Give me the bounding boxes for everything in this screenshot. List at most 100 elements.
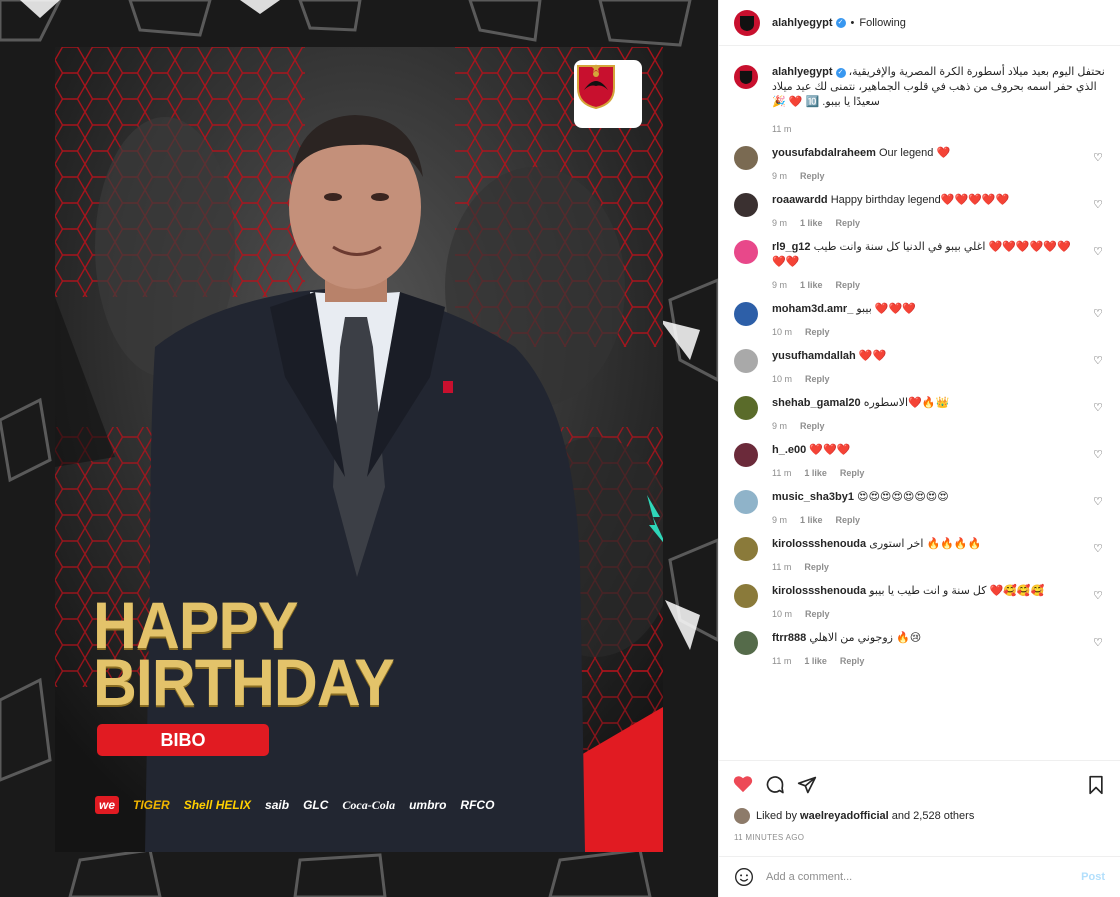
save-bookmark-icon[interactable]: [1087, 775, 1105, 795]
action-bar: [719, 760, 1120, 800]
verified-badge-icon: ✓: [835, 17, 846, 28]
comment-likes[interactable]: 1 like: [800, 218, 823, 228]
commenter-avatar[interactable]: [734, 584, 758, 608]
caption-time: 11 m: [772, 124, 792, 134]
liked-by-others[interactable]: and 2,528 others: [892, 810, 975, 822]
like-heart-icon[interactable]: [733, 775, 753, 793]
comment-time: 9 m: [772, 171, 788, 181]
comment-time: 11 m: [772, 562, 792, 572]
comment-time: 10 m: [772, 374, 793, 384]
commenter-avatar[interactable]: [734, 349, 758, 373]
commenter-avatar[interactable]: [734, 443, 758, 467]
comment-bubble-icon[interactable]: [765, 775, 785, 795]
comment-text: ❤️❤️❤️: [809, 444, 851, 456]
comment-username[interactable]: shehab_gamal20: [772, 397, 861, 409]
following-button[interactable]: Following: [859, 17, 905, 29]
caption-username[interactable]: alahlyegypt: [772, 66, 833, 78]
like-comment-heart-icon[interactable]: ♡: [1093, 449, 1105, 461]
caption-line-3: سعيدًا يا بيبو. 🔟 ❤️ 🎉: [772, 96, 880, 108]
liker-avatar[interactable]: [734, 808, 750, 824]
comment-likes[interactable]: 1 like: [804, 468, 827, 478]
comment-time: 9 m: [772, 421, 788, 431]
comment-row: shehab_gamal20 الاسطوره❤️🔥👑 9 m Reply ♡: [734, 396, 1105, 431]
reply-button[interactable]: Reply: [805, 609, 830, 619]
reply-button[interactable]: Reply: [805, 374, 830, 384]
verified-badge-icon: ✓: [835, 68, 846, 78]
sponsor-strip: we TIGER Shell HELIX saib GLC Coca-Cola …: [95, 789, 494, 821]
reply-button[interactable]: Reply: [800, 171, 825, 181]
author-username[interactable]: alahlyegypt: [772, 17, 833, 29]
comment-input[interactable]: Add a comment...: [766, 871, 1081, 883]
liked-by-prefix: Liked by: [756, 810, 797, 822]
commenter-avatar[interactable]: [734, 537, 758, 561]
sponsor-logo: GLC: [303, 798, 329, 812]
comments-list[interactable]: alahlyegypt ✓ نحتفل اليوم بعيد ميلاد أسطو…: [719, 47, 1120, 760]
likes-summary: Liked by waelreyadofficial and 2,528 oth…: [734, 808, 974, 824]
like-comment-heart-icon[interactable]: ♡: [1093, 246, 1105, 258]
like-comment-heart-icon[interactable]: ♡: [1093, 543, 1105, 555]
comment-username[interactable]: kirolossshenouda: [772, 538, 866, 550]
comment-username[interactable]: moham3d.amr_: [772, 303, 853, 315]
comment-text: 😍😍😍😍😍😍😍😍: [857, 491, 949, 503]
commenter-avatar[interactable]: [734, 240, 758, 264]
comment-likes[interactable]: 1 like: [800, 515, 823, 525]
comment-username[interactable]: kirolossshenouda: [772, 585, 866, 597]
reply-button[interactable]: Reply: [800, 421, 825, 431]
caption-line-1: نحتفل اليوم بعيد ميلاد أسطورة الكرة المص…: [848, 66, 1105, 78]
reply-button[interactable]: Reply: [840, 656, 865, 666]
like-comment-heart-icon[interactable]: ♡: [1093, 590, 1105, 602]
post-timestamp[interactable]: 11 MINUTES AGO: [734, 833, 804, 842]
commenter-avatar[interactable]: [734, 631, 758, 655]
reply-button[interactable]: Reply: [804, 562, 829, 572]
author-avatar[interactable]: [734, 65, 758, 89]
comment-text: بيبو ❤️❤️❤️: [856, 303, 916, 315]
post-media[interactable]: HAPPY BIRTHDAY BIBO we TIGER Shell HELIX…: [0, 0, 718, 897]
sponsor-logo: TIGER: [133, 798, 170, 812]
commenter-avatar[interactable]: [734, 302, 758, 326]
commenter-avatar[interactable]: [734, 490, 758, 514]
comment-row: kirolossshenouda كل سنة و انت طيب يا بيب…: [734, 584, 1105, 619]
like-comment-heart-icon[interactable]: ♡: [1093, 637, 1105, 649]
comment-text: اغلي بيبو في الدنيا كل سنة وانت طيب ❤️❤️…: [772, 241, 1071, 268]
author-avatar[interactable]: [734, 9, 760, 36]
reply-button[interactable]: Reply: [840, 468, 865, 478]
comment-time: 10 m: [772, 327, 793, 337]
like-comment-heart-icon[interactable]: ♡: [1093, 199, 1105, 211]
share-send-icon[interactable]: [797, 775, 817, 795]
emoji-smiley-icon[interactable]: [734, 867, 754, 887]
reply-button[interactable]: Reply: [836, 515, 861, 525]
comment-row: h_.e00 ❤️❤️❤️ 11 m 1 like Reply ♡: [734, 443, 1105, 478]
commenter-avatar[interactable]: [734, 193, 758, 217]
comment-username[interactable]: ftrr888: [772, 632, 806, 644]
like-comment-heart-icon[interactable]: ♡: [1093, 308, 1105, 320]
like-comment-heart-icon[interactable]: ♡: [1093, 355, 1105, 367]
post-comment-button[interactable]: Post: [1081, 871, 1105, 883]
like-comment-heart-icon[interactable]: ♡: [1093, 402, 1105, 414]
comment-time: 10 m: [772, 609, 793, 619]
like-comment-heart-icon[interactable]: ♡: [1093, 152, 1105, 164]
like-comment-heart-icon[interactable]: ♡: [1093, 496, 1105, 508]
comment-text: اخر استورى 🔥🔥🔥🔥: [869, 538, 982, 550]
comment-username[interactable]: roaawardd: [772, 194, 828, 206]
commenter-avatar[interactable]: [734, 396, 758, 420]
commenter-avatar[interactable]: [734, 146, 758, 170]
comment-time: 9 m: [772, 218, 788, 228]
comment-likes[interactable]: 1 like: [800, 280, 823, 290]
comment-username[interactable]: music_sha3by1: [772, 491, 854, 503]
reply-button[interactable]: Reply: [805, 327, 830, 337]
reply-button[interactable]: Reply: [836, 218, 861, 228]
add-comment-bar: Add a comment... Post: [719, 856, 1120, 897]
comment-username[interactable]: h_.e00: [772, 444, 806, 456]
comment-username[interactable]: rl9_g12: [772, 241, 811, 253]
comment-username[interactable]: yusufhamdallah: [772, 350, 856, 362]
post-header: alahlyegypt ✓ • Following: [719, 0, 1120, 46]
comment-text: ❤️❤️: [858, 350, 887, 362]
comment-row: rl9_g12 اغلي بيبو في الدنيا كل سنة وانت …: [734, 240, 1105, 290]
reply-button[interactable]: Reply: [836, 280, 861, 290]
comment-likes[interactable]: 1 like: [804, 656, 827, 666]
comment-time: 9 m: [772, 515, 788, 525]
liked-by-user[interactable]: waelreyadofficial: [800, 810, 889, 822]
caption-line-2: الذي حفر اسمه بحروف من ذهب في قلوب الجما…: [772, 81, 1097, 93]
comment-time: 11 m: [772, 468, 792, 478]
comment-username[interactable]: yousufabdalraheem: [772, 147, 876, 159]
